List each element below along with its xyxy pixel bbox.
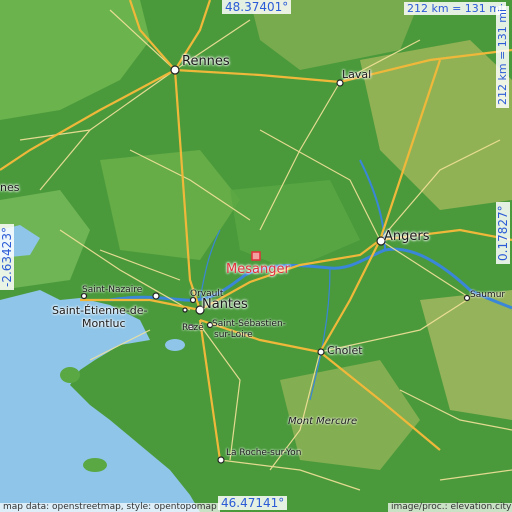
- island: [83, 458, 107, 472]
- place-saumur[interactable]: Saumur: [470, 291, 505, 300]
- map-canvas: [0, 0, 512, 512]
- coord-top-latitude: 48.37401°: [222, 0, 292, 14]
- square-marker-icon: [251, 251, 261, 261]
- target-location-label[interactable]: Mesanger: [226, 263, 290, 276]
- lake: [165, 339, 185, 351]
- island: [60, 367, 80, 383]
- place-cholet[interactable]: Cholet: [327, 345, 363, 356]
- scale-horizontal: 212 km = 131 mi: [404, 2, 507, 15]
- coord-bottom-latitude: 46.47141°: [218, 496, 288, 510]
- place-orvault[interactable]: Orvault: [190, 290, 223, 299]
- scale-vertical: 212 km = 131 mi: [496, 5, 509, 108]
- coord-left-longitude: -2.63423°: [0, 224, 14, 290]
- topographic-map[interactable]: 48.37401° 46.47141° -2.63423° 0.17827° 2…: [0, 0, 512, 512]
- credit-map-data: map data: openstreetmap, style: opentopo…: [0, 503, 220, 512]
- place-nantes[interactable]: Nantes: [202, 298, 248, 311]
- credit-image-processing: image/proc.: elevation.city: [388, 503, 512, 512]
- place-mont-mercure[interactable]: Mont Mercure: [288, 417, 357, 427]
- place-saint-nazaire[interactable]: Saint-Nazaire: [82, 286, 142, 295]
- place-reze[interactable]: Rezé: [182, 324, 204, 333]
- coord-right-longitude: 0.17827°: [496, 202, 510, 264]
- place-vannes-partial[interactable]: nes: [0, 182, 19, 193]
- place-saint-sebastien-line1[interactable]: Saint-Sébastien-: [212, 320, 286, 329]
- place-saint-sebastien-line2[interactable]: sur-Loire: [214, 331, 253, 340]
- place-saint-etienne-line2[interactable]: Montluc: [82, 318, 126, 329]
- place-angers[interactable]: Angers: [384, 230, 430, 243]
- place-laval[interactable]: Laval: [342, 69, 371, 80]
- place-rennes[interactable]: Rennes: [182, 55, 230, 68]
- place-la-roche-sur-yon[interactable]: La Roche-sur-Yon: [226, 449, 301, 458]
- place-saint-etienne-line1[interactable]: Saint-Étienne-de-: [52, 305, 148, 316]
